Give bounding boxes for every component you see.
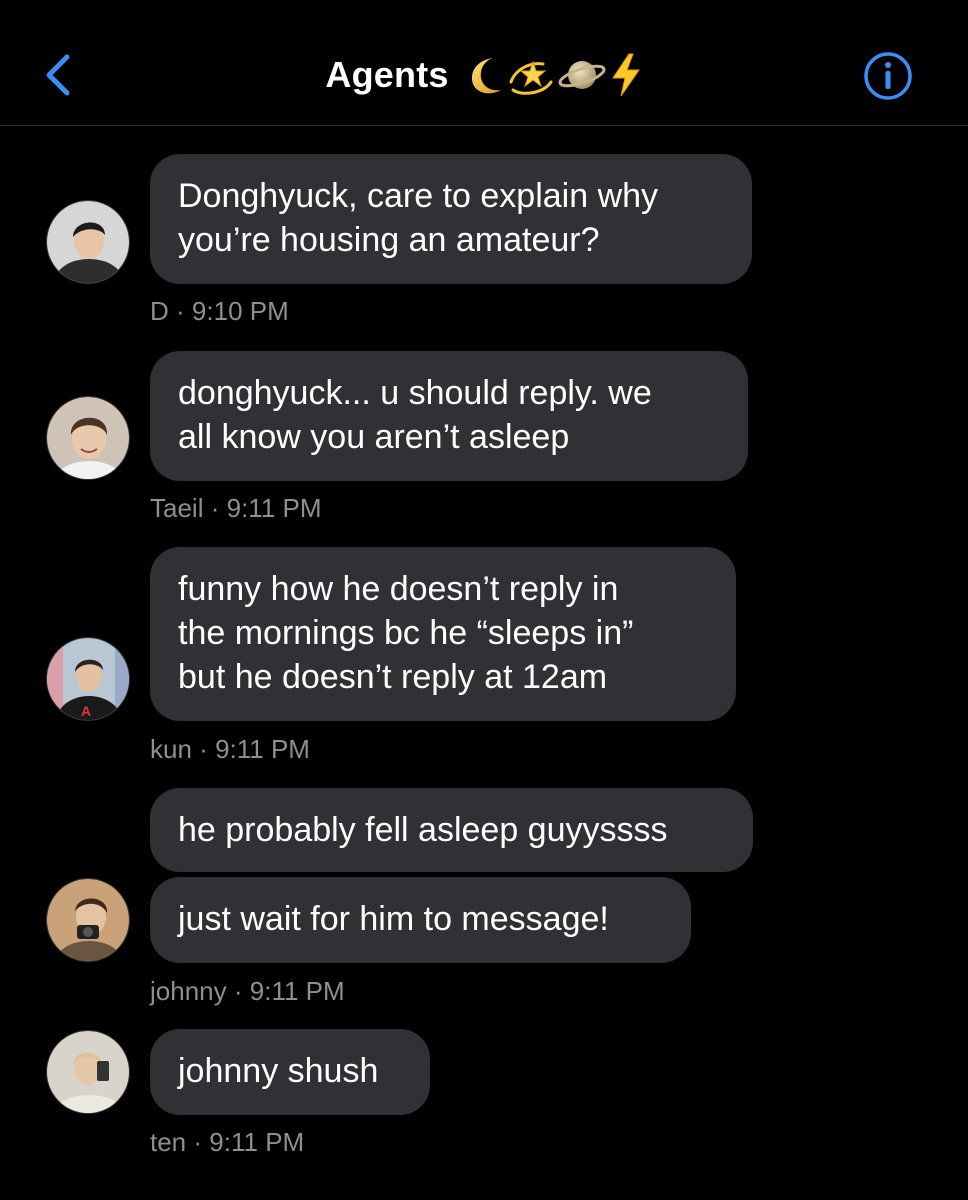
title-emojis	[459, 52, 643, 98]
message-meta: D · 9:10 PM	[150, 296, 289, 327]
message-bubble[interactable]: he probably fell asleep guyyssss	[150, 788, 753, 872]
message-meta: johnny · 9:11 PM	[150, 976, 345, 1007]
svg-text:A: A	[81, 703, 91, 719]
sender-name: ten	[150, 1127, 187, 1157]
sender-name: Taeil	[150, 493, 204, 523]
chat-screen: Agents Donghyuck, care to explain why yo…	[0, 0, 968, 1200]
message-meta: ten · 9:11 PM	[150, 1127, 304, 1158]
chat-header: Agents	[0, 0, 968, 126]
message-time: 9:11 PM	[215, 734, 310, 764]
lightning-bolt-icon	[611, 53, 640, 97]
message-bubble[interactable]: just wait for him to message!	[150, 877, 691, 963]
sender-name: D	[150, 296, 169, 326]
message-bubble[interactable]: donghyuck... u should reply. we all know…	[150, 351, 748, 481]
sender-name: johnny	[150, 976, 227, 1006]
info-button[interactable]	[862, 50, 914, 102]
crescent-moon-icon	[471, 58, 501, 94]
avatar-kun[interactable]: A	[46, 637, 130, 721]
message-time: 9:11 PM	[249, 976, 345, 1006]
sender-name: kun	[150, 734, 192, 764]
meta-separator: ·	[199, 734, 208, 764]
message-meta: kun · 9:11 PM	[150, 734, 310, 765]
meta-separator: ·	[176, 296, 185, 326]
message-bubble[interactable]: johnny shush	[150, 1029, 430, 1115]
meta-separator: ·	[210, 493, 220, 523]
avatar-johnny[interactable]	[46, 878, 130, 962]
ringed-planet-icon	[558, 61, 606, 89]
chat-title: Agents	[325, 54, 449, 95]
avatar-ten[interactable]	[46, 1030, 130, 1114]
chat-title-group[interactable]: Agents	[0, 50, 968, 100]
message-time: 9:10 PM	[191, 296, 289, 326]
dizzy-star-icon	[509, 60, 553, 95]
message-bubble[interactable]: Donghyuck, care to explain why you’re ho…	[150, 154, 752, 284]
meta-separator: ·	[233, 976, 243, 1006]
message-time: 9:11 PM	[209, 1127, 305, 1157]
message-bubble[interactable]: funny how he doesn’t reply in the mornin…	[150, 547, 736, 721]
avatar-taeil[interactable]	[46, 396, 130, 480]
message-time: 9:11 PM	[226, 493, 322, 523]
avatar-d[interactable]	[46, 200, 130, 284]
info-icon	[864, 52, 912, 100]
message-meta: Taeil · 9:11 PM	[150, 493, 322, 524]
meta-separator: ·	[193, 1127, 203, 1157]
